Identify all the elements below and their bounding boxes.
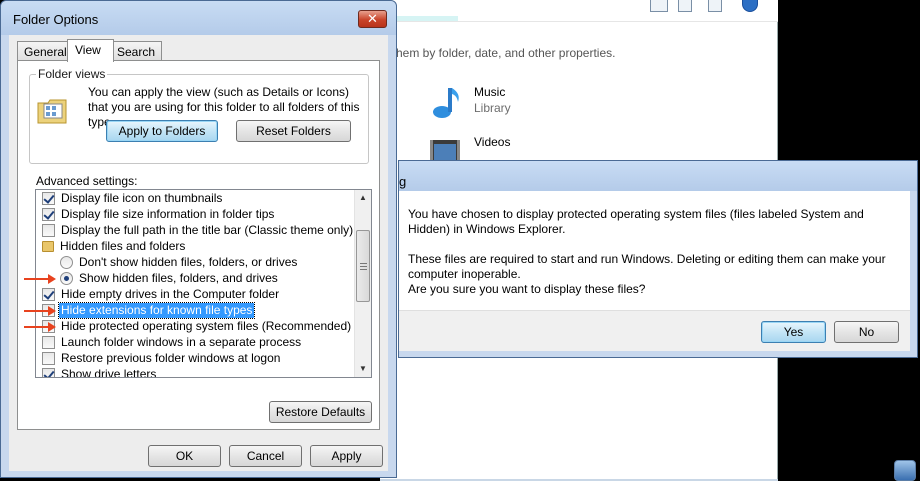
setting-label: Show hidden files, folders, and drives: [79, 270, 278, 285]
setting-checkbox[interactable]: [42, 367, 55, 377]
ok-button[interactable]: OK: [148, 445, 221, 467]
warning-titlebar[interactable]: g: [399, 161, 917, 191]
setting-label: Launch folder windows in a separate proc…: [61, 334, 302, 349]
setting-label: Display the full path in the title bar (…: [61, 222, 354, 237]
setting-label: Hide extensions for known file types: [57, 301, 256, 319]
folder-views-legend: Folder views: [36, 67, 108, 81]
warning-message-3: Are you sure you want to display these f…: [408, 282, 646, 296]
no-button[interactable]: No: [834, 321, 899, 343]
annotation-arrow-hide-protected: [24, 322, 56, 332]
restore-defaults-button[interactable]: Restore Defaults: [269, 401, 372, 423]
setting-row[interactable]: Launch folder windows in a separate proc…: [42, 334, 342, 350]
view-options-icon[interactable]: [650, 0, 668, 12]
warning-client: You have chosen to display protected ope…: [399, 191, 910, 351]
explorer-toolbar: [380, 0, 778, 22]
apply-to-folders-button[interactable]: Apply to Folders: [106, 120, 218, 142]
warning-dialog: g You have chosen to display protected o…: [398, 160, 918, 358]
setting-label: Display file icon on thumbnails: [61, 190, 223, 205]
setting-checkbox[interactable]: [42, 351, 55, 365]
setting-row[interactable]: Hide extensions for known file types: [42, 301, 342, 319]
cancel-button[interactable]: Cancel: [229, 445, 302, 467]
setting-row[interactable]: Hide protected operating system files (R…: [42, 318, 351, 334]
scroll-thumb[interactable]: [356, 230, 370, 302]
music-library-icon: [433, 88, 459, 118]
tab-view[interactable]: View: [67, 39, 114, 62]
grip-icon: [360, 263, 367, 270]
library-name: Videos: [474, 135, 511, 149]
setting-label: Hidden files and folders: [60, 238, 186, 253]
setting-row[interactable]: Display file icon on thumbnails: [42, 190, 342, 206]
scroll-down-icon[interactable]: ▼: [355, 361, 371, 377]
reset-folders-button[interactable]: Reset Folders: [236, 120, 351, 142]
setting-checkbox[interactable]: [42, 191, 55, 205]
setting-row[interactable]: Show drive letters: [42, 366, 342, 378]
yes-button[interactable]: Yes: [761, 321, 826, 343]
setting-row[interactable]: Restore previous folder windows at logon: [42, 350, 342, 366]
setting-radio[interactable]: [60, 255, 73, 269]
setting-label: Don't show hidden files, folders, or dri…: [79, 254, 298, 269]
setting-label: Hide empty drives in the Computer folder: [61, 286, 280, 301]
library-type: Library: [474, 101, 511, 115]
scroll-up-icon[interactable]: ▲: [355, 190, 371, 206]
apply-button[interactable]: Apply: [310, 445, 383, 467]
folder-options-dialog: Folder Options ✕ General View Search Fol…: [0, 0, 397, 478]
folder-views-group: Folder views You can apply the view (suc…: [29, 67, 369, 164]
setting-checkbox[interactable]: [42, 335, 55, 349]
setting-row[interactable]: Hidden files and folders: [42, 238, 342, 254]
view-tab-page: Folder views You can apply the view (suc…: [17, 60, 380, 430]
setting-checkbox[interactable]: [42, 223, 55, 237]
setting-row[interactable]: Show hidden files, folders, and drives: [60, 270, 360, 286]
setting-row[interactable]: Display file size information in folder …: [42, 206, 342, 222]
setting-checkbox[interactable]: [42, 287, 55, 301]
tab-search[interactable]: Search: [110, 41, 163, 61]
setting-checkbox[interactable]: [42, 207, 55, 221]
setting-row[interactable]: Don't show hidden files, folders, or dri…: [60, 254, 360, 270]
annotation-arrow-show-hidden: [24, 274, 56, 284]
setting-row[interactable]: Hide empty drives in the Computer folder: [42, 286, 342, 302]
chevron-down-icon[interactable]: [678, 0, 692, 12]
annotation-arrow-hide-extensions: [24, 306, 56, 316]
warning-title: g: [399, 174, 407, 189]
setting-radio[interactable]: [60, 271, 73, 285]
advanced-settings-label: Advanced settings:: [36, 174, 138, 188]
folder-views-icon: [37, 99, 67, 124]
library-item-music[interactable]: Music Library: [428, 84, 511, 120]
tab-general[interactable]: General: [17, 41, 74, 61]
folder-icon: [42, 240, 54, 252]
preview-pane-icon[interactable]: [708, 0, 722, 12]
warning-message-1: You have chosen to display protected ope…: [408, 207, 864, 236]
library-name: Music: [474, 85, 506, 99]
setting-label: Hide protected operating system files (R…: [61, 318, 352, 333]
warning-button-bar: Yes No: [399, 310, 910, 351]
setting-row[interactable]: Display the full path in the title bar (…: [42, 222, 353, 238]
close-button[interactable]: ✕: [358, 10, 387, 28]
setting-label: Restore previous folder windows at logon: [61, 350, 281, 365]
scrollbar[interactable]: ▲ ▼: [354, 190, 371, 377]
dialog-title: Folder Options: [13, 12, 99, 27]
advanced-settings-list[interactable]: Display file icon on thumbnails Display f…: [35, 189, 372, 378]
library-description: hem by folder, date, and other propertie…: [396, 46, 616, 60]
help-icon[interactable]: [742, 0, 758, 12]
setting-label: Show drive letters: [61, 366, 157, 378]
tray-app-icon[interactable]: [894, 460, 916, 481]
folder-options-client: General View Search Folder views You can…: [9, 35, 388, 471]
warning-message-2: These files are required to start and ru…: [408, 252, 886, 281]
setting-label: Display file size information in folder …: [61, 206, 275, 221]
folder-options-titlebar[interactable]: Folder Options ✕: [1, 1, 396, 35]
